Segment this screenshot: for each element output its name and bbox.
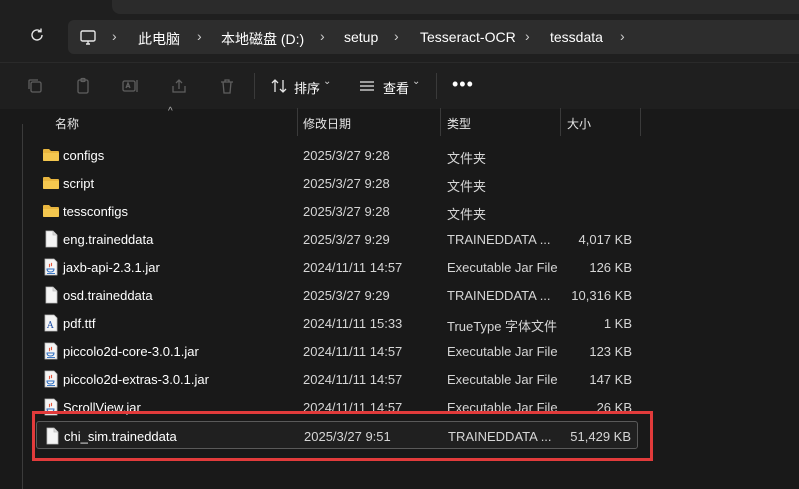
file-date: 2025/3/27 9:29 [303,288,390,303]
file-date: 2025/3/27 9:28 [303,176,390,191]
breadcrumb-this-pc[interactable]: 此电脑 [138,29,180,49]
jar-icon [42,342,60,360]
file-date: 2025/3/27 9:28 [303,148,390,163]
tab-strip [112,0,799,14]
rename-button[interactable] [119,75,141,97]
column-divider[interactable] [640,108,641,136]
sort-button[interactable]: 排序 [294,78,320,97]
file-size: 1 KB [603,316,632,331]
file-row[interactable]: eng.traineddata 2025/3/27 9:29 TRAINEDDATA… [36,225,638,253]
address-bar[interactable]: › 此电脑 › 本地磁盘 (D:) › setup › Tesseract-OC… [68,20,799,54]
file-type: 文件夹 [447,151,487,166]
file-type: TRAINEDDATA ... [447,288,551,303]
sort-ascending-icon: ^ [168,106,173,117]
breadcrumb-setup[interactable]: setup [344,29,378,45]
column-divider[interactable] [440,108,441,136]
refresh-button[interactable] [26,26,48,48]
file-size: 147 KB [589,372,632,387]
font-icon: A [42,314,60,332]
highlight-annotation [32,411,653,461]
file-type: Executable Jar File [447,260,558,275]
refresh-icon [29,27,45,48]
column-divider[interactable] [560,108,561,136]
file-row[interactable]: tessconfigs 2025/3/27 9:28 文件夹 [36,197,638,225]
file-type: Executable Jar File [447,344,558,359]
chevron-down-icon: ⌄ [412,76,421,87]
folder-icon [42,202,60,220]
view-button[interactable]: 查看 [383,78,409,97]
file-date: 2024/11/11 14:57 [303,344,403,359]
file-name: piccolo2d-core-3.0.1.jar [63,344,199,359]
command-bar: 排序 ⌄ 查看 ⌄ ••• [0,62,799,109]
file-name: configs [63,148,105,163]
chevron-right-icon: › [620,28,625,44]
file-size: 126 KB [589,260,632,275]
folder-icon [42,146,60,164]
file-icon [42,230,60,248]
share-button[interactable] [168,75,190,97]
file-name: eng.traineddata [63,232,154,247]
copy-button[interactable] [24,75,46,97]
jar-icon [42,258,60,276]
folder-icon [42,174,60,192]
navigation-pane-border [22,124,23,489]
jar-icon [42,370,60,388]
file-size: 4,017 KB [578,232,633,247]
view-icon [356,75,378,97]
file-name: osd.traineddata [63,288,153,303]
address-row: › 此电脑 › 本地磁盘 (D:) › setup › Tesseract-OC… [0,14,799,62]
file-size: 123 KB [589,344,632,359]
more-options-button[interactable]: ••• [452,74,474,95]
file-row[interactable]: jaxb-api-2.3.1.jar 2024/11/11 14:57 Execut… [36,253,638,281]
file-name: jaxb-api-2.3.1.jar [63,260,160,275]
delete-button[interactable] [216,75,238,97]
column-header-date[interactable]: 修改日期 [303,115,351,132]
file-date: 2024/11/11 14:57 [303,372,403,387]
breadcrumb-tessdata[interactable]: tessdata [550,29,603,45]
column-header-type[interactable]: 类型 [447,115,471,132]
file-date: 2024/11/11 14:57 [303,260,403,275]
column-header-size[interactable]: 大小 [567,115,591,132]
file-type: 文件夹 [447,207,487,222]
chevron-right-icon: › [197,28,202,44]
file-type: TRAINEDDATA ... [447,232,551,247]
file-row[interactable]: osd.traineddata 2025/3/27 9:29 TRAINEDDATA… [36,281,638,309]
toolbar-divider [254,73,255,99]
computer-icon [78,27,98,47]
chevron-right-icon: › [112,28,117,44]
file-type: 文件夹 [447,179,487,194]
file-row[interactable]: Apdf.ttf 2024/11/11 15:33 TrueType 字体文件 1 K… [36,309,638,337]
file-name: tessconfigs [63,204,129,219]
file-size: 10,316 KB [571,288,632,303]
title-bar [0,0,799,14]
column-header-name[interactable]: 名称 [55,115,79,132]
breadcrumb-tesseract-ocr[interactable]: Tesseract-OCR [420,29,516,45]
file-row[interactable]: piccolo2d-extras-3.0.1.jar 2024/11/11 14:… [36,365,638,393]
file-name: pdf.ttf [63,316,96,331]
toolbar-divider [436,73,437,99]
file-row[interactable]: piccolo2d-core-3.0.1.jar 2024/11/11 14:57… [36,337,638,365]
file-type: Executable Jar File [447,372,558,387]
file-date: 2024/11/11 15:33 [303,316,403,331]
file-date: 2025/3/27 9:29 [303,232,390,247]
file-name: piccolo2d-extras-3.0.1.jar [63,372,209,387]
file-icon [42,286,60,304]
file-date: 2025/3/27 9:28 [303,204,390,219]
chevron-down-icon: ⌄ [323,76,332,87]
paste-button[interactable] [72,75,94,97]
file-type: TrueType 字体文件 [447,319,558,334]
chevron-right-icon: › [320,28,325,44]
file-row[interactable]: configs 2025/3/27 9:28 文件夹 [36,141,638,169]
chevron-right-icon: › [525,28,530,44]
sort-icon [268,75,290,97]
svg-text:A: A [46,321,54,331]
file-row[interactable]: script 2025/3/27 9:28 文件夹 [36,169,638,197]
column-header: ^ 名称 修改日期 类型 大小 [0,106,799,136]
file-name: script [63,176,95,191]
column-divider[interactable] [297,108,298,136]
chevron-right-icon: › [394,28,399,44]
breadcrumb-drive-d[interactable]: 本地磁盘 (D:) [221,29,304,49]
